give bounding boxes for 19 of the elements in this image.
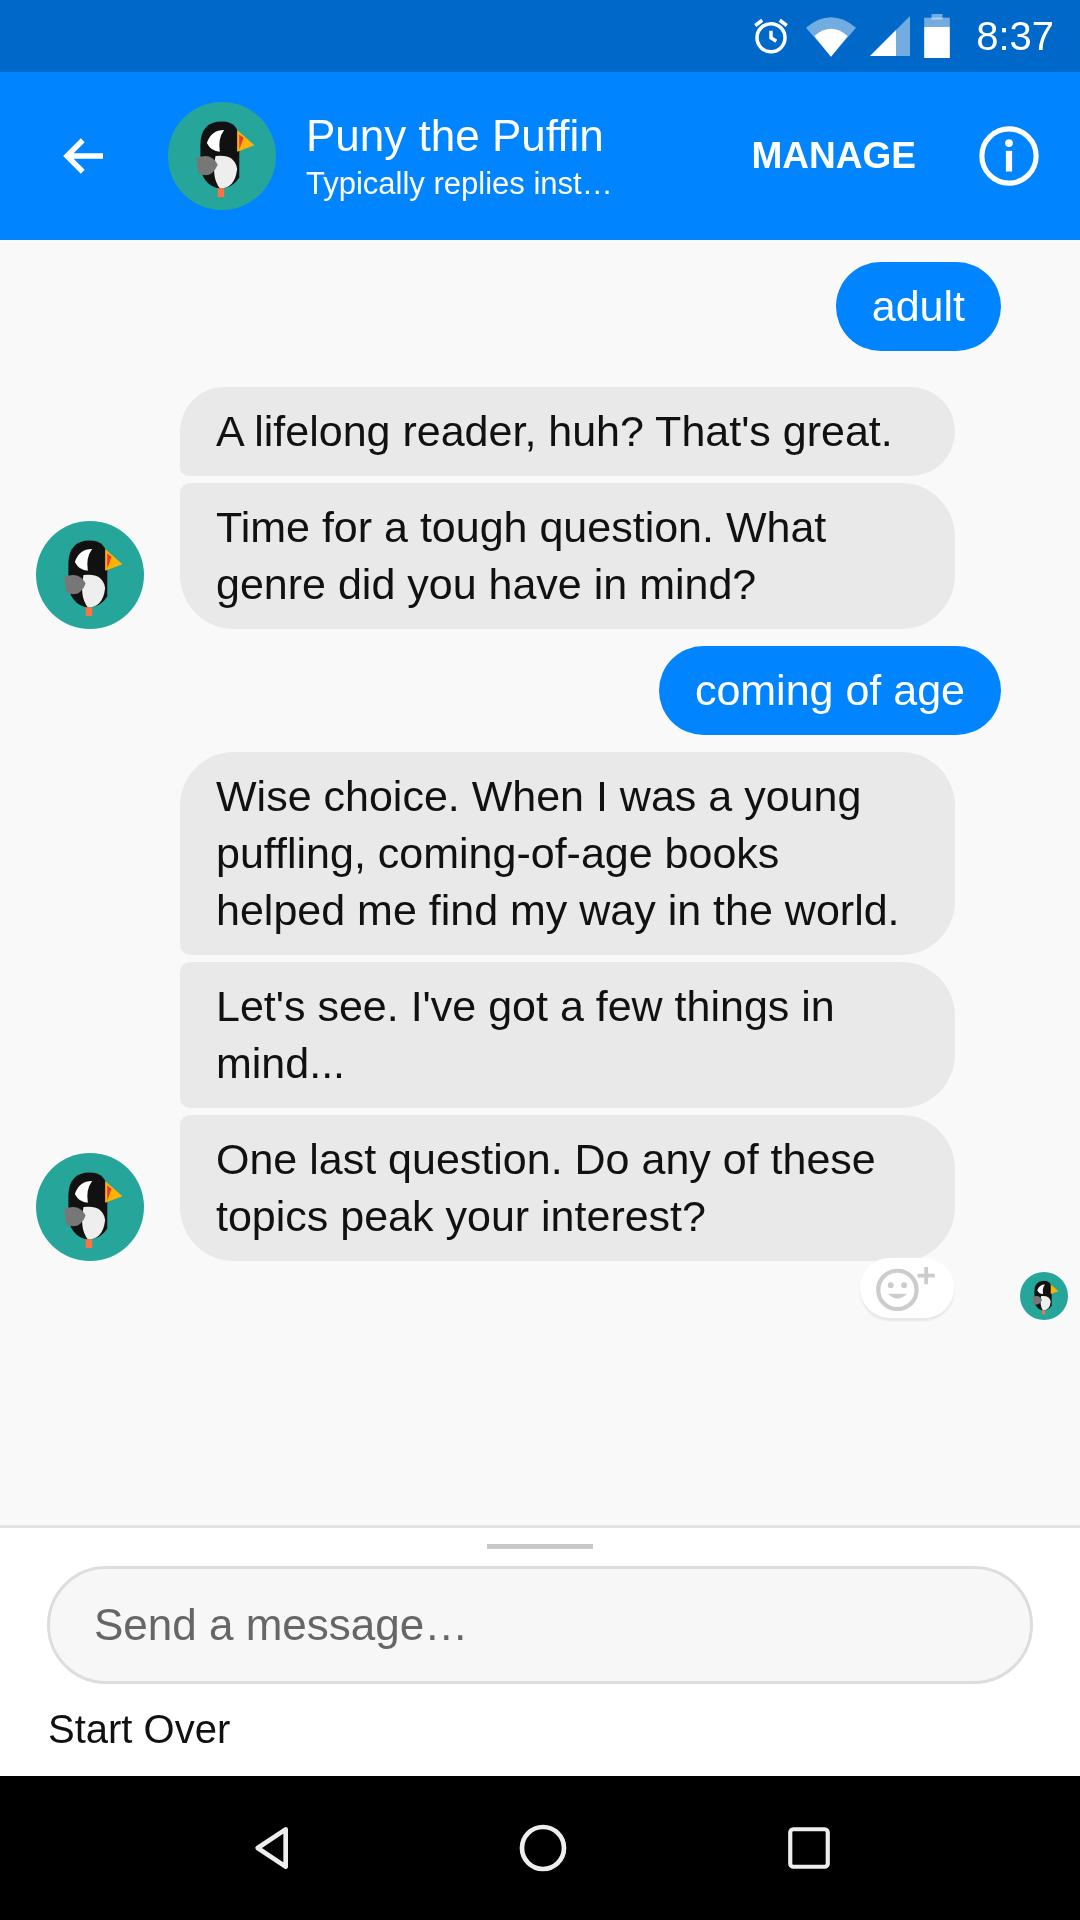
signal-icon xyxy=(870,16,911,56)
battery-icon xyxy=(924,14,951,58)
sent-message: coming of age xyxy=(658,646,1001,735)
message-input-field[interactable]: Send a message… xyxy=(47,1566,1033,1684)
seen-avatar xyxy=(1020,1272,1068,1320)
chat-title: Puny the Puffin xyxy=(306,110,605,162)
info-icon[interactable] xyxy=(978,125,1040,187)
sent-message: adult xyxy=(835,262,1001,351)
status-time: 8:37 xyxy=(976,13,1054,59)
received-message: Let's see. I've got a few things in mind... xyxy=(180,962,955,1108)
manage-button[interactable]: MANAGE xyxy=(751,135,916,177)
received-message: A lifelong reader, huh? That's great. xyxy=(180,387,955,476)
chat-subtitle: Typically replies inst… xyxy=(306,165,614,203)
drag-handle[interactable] xyxy=(487,1544,593,1549)
wifi-icon xyxy=(806,15,857,57)
received-message: Time for a tough question. What genre did you have in mind? xyxy=(180,483,955,629)
received-message: One last question. Do any of these topics peak your interest? xyxy=(180,1115,955,1261)
received-message: Wise choice. When I was a young puffling, coming-of-age books helped me find my way in the world. xyxy=(180,752,955,955)
start-over-option[interactable]: Start Over xyxy=(48,1706,231,1752)
